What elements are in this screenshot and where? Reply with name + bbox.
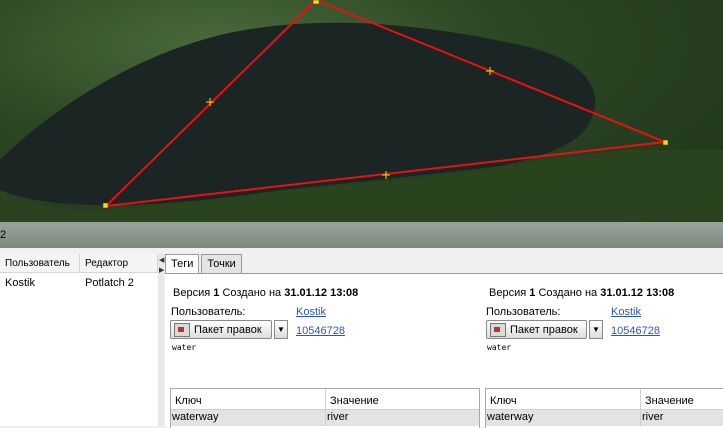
- created-date: 31.01.12 13:08: [600, 287, 675, 299]
- changeset-button-label: Пакет правок: [194, 323, 262, 336]
- table-row[interactable]: Kostik Potlatch 2: [0, 273, 158, 291]
- version-prefix: Версия: [173, 287, 211, 299]
- tag-table-header: Ключ Значение: [171, 389, 479, 410]
- tag-key: waterway: [171, 410, 326, 426]
- version-title: Версия 1 Создано на 31.01.12 13:08: [489, 287, 674, 299]
- changeset-button-label: Пакет правок: [510, 323, 578, 336]
- pane-splitter[interactable]: [0, 222, 723, 248]
- version-number: 1: [213, 287, 220, 299]
- created-label: Создано на: [538, 287, 598, 299]
- user-link[interactable]: Kostik: [296, 306, 326, 318]
- tab-tags[interactable]: Теги: [165, 254, 200, 273]
- history-table-header: Пользователь Редактор: [0, 254, 158, 273]
- changeset-dropdown-button[interactable]: ▼: [274, 320, 288, 339]
- history-table: Пользователь Редактор Kostik Potlatch 2: [0, 254, 159, 426]
- user-label: Пользователь:: [171, 306, 246, 318]
- map-view[interactable]: [0, 0, 723, 222]
- tag-value: river: [327, 411, 349, 423]
- tab-bar: Теги Точки: [165, 254, 244, 273]
- pane-divider[interactable]: [158, 254, 164, 426]
- way-node[interactable]: [312, 0, 320, 5]
- version-prefix: Версия: [489, 287, 527, 299]
- changeset-icon: [490, 322, 506, 337]
- changeset-icon: [174, 322, 190, 337]
- column-header-user[interactable]: Пользователь: [0, 254, 80, 272]
- tag-table: Ключ Значение waterway river: [170, 388, 480, 428]
- changeset-link[interactable]: 10546728: [296, 325, 345, 337]
- user-link[interactable]: Kostik: [611, 306, 641, 318]
- user-label: Пользователь:: [486, 306, 561, 318]
- row-user: Kostik: [5, 277, 35, 289]
- tag-key: waterway: [486, 410, 641, 426]
- version-title: Версия 1 Создано на 31.01.12 13:08: [173, 287, 358, 299]
- changeset-comment: water: [172, 343, 197, 352]
- created-date: 31.01.12 13:08: [284, 287, 359, 299]
- tab-nodes[interactable]: Точки: [201, 254, 242, 273]
- collapse-left-icon[interactable]: ◀: [159, 256, 164, 264]
- way-node[interactable]: [102, 202, 109, 209]
- map-canvas[interactable]: [0, 0, 723, 222]
- column-header-key[interactable]: Ключ: [486, 389, 641, 409]
- splitter-number: 2: [0, 229, 7, 241]
- version-number: 1: [529, 287, 536, 299]
- tag-table-header: Ключ Значение: [486, 389, 723, 410]
- column-header-key[interactable]: Ключ: [171, 389, 326, 409]
- tag-table: Ключ Значение waterway river: [485, 388, 723, 428]
- expand-right-icon[interactable]: ▶: [159, 266, 164, 274]
- changeset-dropdown-button[interactable]: ▼: [589, 320, 603, 339]
- row-editor: Potlatch 2: [84, 277, 134, 289]
- table-row[interactable]: waterway river: [171, 410, 479, 426]
- table-row[interactable]: waterway river: [486, 410, 723, 426]
- tag-value: river: [642, 411, 664, 423]
- details-pane: Теги Точки Версия 1 Создано на 31.01.12 …: [165, 254, 723, 428]
- changeset-button[interactable]: Пакет правок: [170, 320, 272, 339]
- tags-panel: Версия 1 Создано на 31.01.12 13:08 Польз…: [165, 273, 723, 428]
- created-label: Создано на: [222, 287, 282, 299]
- changeset-comment: water: [487, 343, 512, 352]
- changeset-button[interactable]: Пакет правок: [486, 320, 587, 339]
- column-header-editor[interactable]: Редактор: [80, 254, 158, 272]
- column-header-value[interactable]: Значение: [326, 389, 379, 409]
- changeset-link[interactable]: 10546728: [611, 325, 660, 337]
- way-node[interactable]: [662, 139, 669, 146]
- column-header-value[interactable]: Значение: [641, 389, 694, 409]
